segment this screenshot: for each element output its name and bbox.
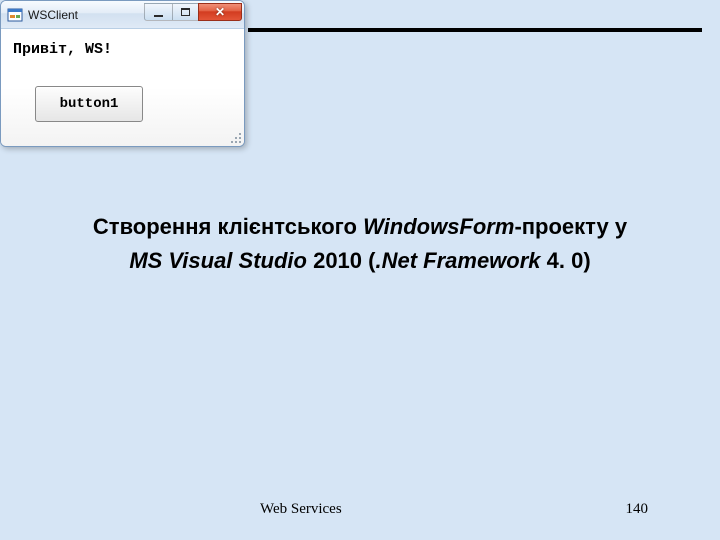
horizontal-rule [248,28,702,32]
maximize-icon [181,8,190,16]
client-area: Привіт, WS! button1 [1,29,244,146]
window-controls: ✕ [144,3,242,21]
maximize-button[interactable] [172,3,198,21]
titlebar[interactable]: WSClient ✕ [1,1,244,29]
footer-text: Web Services [260,501,342,518]
close-icon: ✕ [215,6,225,18]
greeting-label: Привіт, WS! [13,41,232,58]
resize-grip[interactable] [228,130,242,144]
title-left: WSClient [7,7,78,23]
minimize-button[interactable] [144,3,172,21]
window-title: WSClient [28,8,78,22]
slide-heading: Cтворення клієнтського WindowsForm-проек… [0,210,720,278]
app-icon [7,7,23,23]
close-button[interactable]: ✕ [198,3,242,21]
page-number: 140 [626,501,649,518]
button1[interactable]: button1 [35,86,143,122]
wsclient-window: WSClient ✕ Привіт, WS! button1 [0,0,245,147]
minimize-icon [154,15,163,17]
heading-line-2: MS Visual Studio 2010 (.Net Framework 4.… [0,244,720,278]
heading-line-1: Cтворення клієнтського WindowsForm-проек… [0,210,720,244]
